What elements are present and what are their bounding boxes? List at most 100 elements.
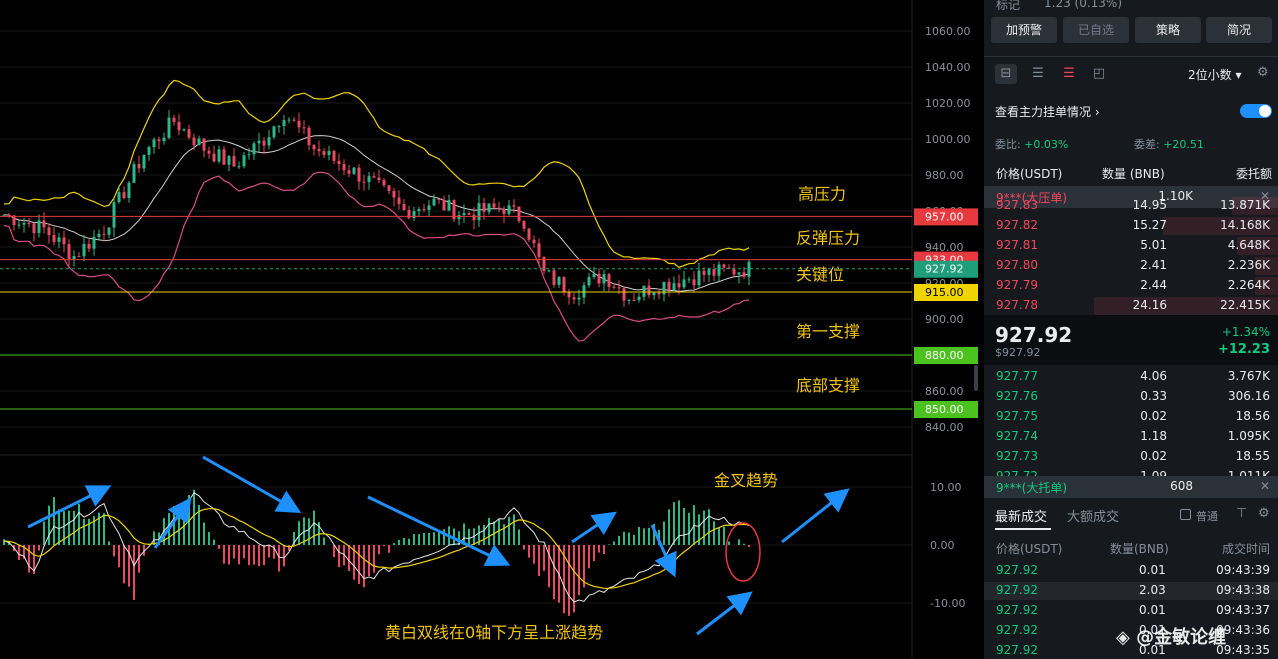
trade-qty-header[interactable]: 数量(BNB) [1110, 540, 1169, 557]
candle-body [627, 299, 631, 301]
candle-body [247, 154, 251, 156]
candle-body [32, 223, 36, 233]
candle-body [527, 228, 531, 240]
candle-body [192, 137, 196, 146]
qty-header[interactable]: 数量 (BNB) [1102, 165, 1165, 182]
candle-body [572, 297, 576, 300]
ask-total: 14.168K [1220, 218, 1270, 232]
overview-button[interactable]: 简况 [1206, 17, 1272, 43]
settings-icon[interactable]: ⚙ [1258, 506, 1270, 521]
candle-body [567, 291, 571, 298]
ask-row[interactable]: 927.82 15.27 14.168K [984, 216, 1278, 236]
bids-view-icon[interactable]: ☰ [1027, 64, 1049, 84]
normal-checkbox[interactable] [1180, 509, 1191, 520]
price-tick-label: 900.00 [925, 313, 964, 326]
settings-icon[interactable]: ⚙ [1257, 65, 1269, 80]
candle-body [117, 192, 121, 203]
candle-body [712, 269, 716, 276]
total-header[interactable]: 委托额 [1236, 165, 1272, 182]
diff-label: 委差: [1134, 138, 1160, 151]
candle-body [652, 292, 656, 296]
bollinger-upper-line [3, 79, 750, 268]
watchlist-button[interactable]: 已自选 [1063, 17, 1129, 43]
ask-row[interactable]: 927.80 2.41 2.236K [984, 256, 1278, 276]
panel-resize-handle[interactable] [974, 365, 978, 391]
decimals-select[interactable]: 2位小数 ▾ [1188, 66, 1242, 83]
candle-body [167, 117, 171, 138]
tab-latest-trades[interactable]: 最新成交 [995, 506, 1047, 525]
candle-body [597, 273, 601, 284]
close-icon[interactable]: ✕ [1260, 479, 1270, 493]
chart-area[interactable]: 1060.001040.001020.001000.00980.00960.00… [0, 0, 978, 659]
depth-view-icon[interactable]: ◰ [1088, 64, 1110, 84]
candle-body [507, 205, 511, 215]
trade-row[interactable]: 927.92 0.01 09:43:37 [984, 601, 1278, 621]
candle-body [337, 160, 341, 165]
price-tick-label: 1020.00 [925, 97, 971, 110]
candle-body [147, 147, 151, 155]
candle-body [612, 286, 616, 288]
add-alert-button[interactable]: 加预警 [991, 17, 1057, 43]
diff-value: +20.51 [1163, 138, 1204, 151]
price-chart[interactable]: 1060.001040.001020.001000.00980.00960.00… [0, 0, 978, 659]
trend-arrow-icon [781, 488, 850, 544]
candle-body [377, 177, 381, 181]
candle-body [282, 120, 286, 127]
mark-value: 1.23 (0.13%) [1044, 0, 1123, 10]
candle-body [402, 203, 406, 211]
trade-row[interactable]: 927.92 2.03 09:43:38 [984, 581, 1278, 601]
candle-body [707, 269, 711, 275]
level-price-label: 915.00 [925, 286, 964, 299]
candle-body [107, 227, 111, 235]
mark-price-row: 标记 1.23 (0.13%) [984, 0, 1278, 14]
candle-body [577, 297, 581, 300]
candle-body [472, 214, 476, 221]
main-orders-toggle[interactable] [1240, 104, 1272, 118]
bid-total: 1.095K [1227, 429, 1270, 443]
bid-row[interactable]: 927.73 0.02 18.55 [984, 447, 1278, 467]
candle-body [182, 129, 186, 131]
filter-icon[interactable]: ⊤ [1236, 506, 1247, 521]
bid-row[interactable]: 927.75 0.02 18.56 [984, 407, 1278, 427]
candle-body [552, 270, 556, 285]
candle-body [392, 191, 396, 198]
ask-row[interactable]: 927.79 2.44 2.264K [984, 276, 1278, 296]
candle-body [747, 261, 751, 277]
strategy-button[interactable]: 策略 [1135, 17, 1201, 43]
bid-price: 927.74 [996, 429, 1038, 443]
bid-row[interactable]: 927.77 4.06 3.767K [984, 367, 1278, 387]
ask-row[interactable]: 927.83 14.95 13.871K [984, 196, 1278, 216]
price-tick-label: 1040.00 [925, 61, 971, 74]
bid-price: 927.76 [996, 389, 1038, 403]
ask-row[interactable]: 927.78 24.16 22.415K [984, 296, 1278, 316]
ask-row[interactable]: 927.81 5.01 4.648K [984, 236, 1278, 256]
both-sides-view-icon[interactable]: ⊟ [995, 64, 1017, 84]
big-bid-banner[interactable]: 9***(大托单) 608 ✕ [984, 476, 1278, 498]
trade-row[interactable]: 927.92 0.01 09:43:39 [984, 561, 1278, 581]
bid-total: 18.56 [1235, 409, 1270, 423]
candle-body [332, 150, 336, 161]
candle-body [112, 202, 116, 228]
candle-body [292, 119, 296, 121]
bid-row[interactable]: 927.74 1.18 1.095K [984, 427, 1278, 447]
candle-body [537, 243, 541, 257]
candle-body [457, 215, 461, 220]
bid-qty: 1.18 [1140, 429, 1167, 443]
asks-view-icon[interactable]: ☰ [1058, 64, 1080, 84]
price-tick-label: 1000.00 [925, 133, 971, 146]
candle-body [497, 207, 501, 209]
bid-total: 306.16 [1228, 389, 1270, 403]
ask-price: 927.78 [996, 298, 1038, 312]
change-percent: +1.34% [1221, 325, 1270, 339]
tab-large-trades[interactable]: 大额成交 [1067, 506, 1119, 525]
bid-price: 927.75 [996, 409, 1038, 423]
order-ratio: 委比: +0.03% [995, 136, 1068, 152]
candle-body [367, 176, 371, 183]
ask-price: 927.83 [996, 198, 1038, 212]
bid-row[interactable]: 927.76 0.33 306.16 [984, 387, 1278, 407]
candle-body [427, 205, 431, 211]
candle-body [322, 151, 326, 156]
candle-body [532, 239, 536, 244]
price-tick-label: 860.00 [925, 385, 964, 398]
main-orders-link[interactable]: 查看主力挂单情况 › [995, 103, 1100, 120]
